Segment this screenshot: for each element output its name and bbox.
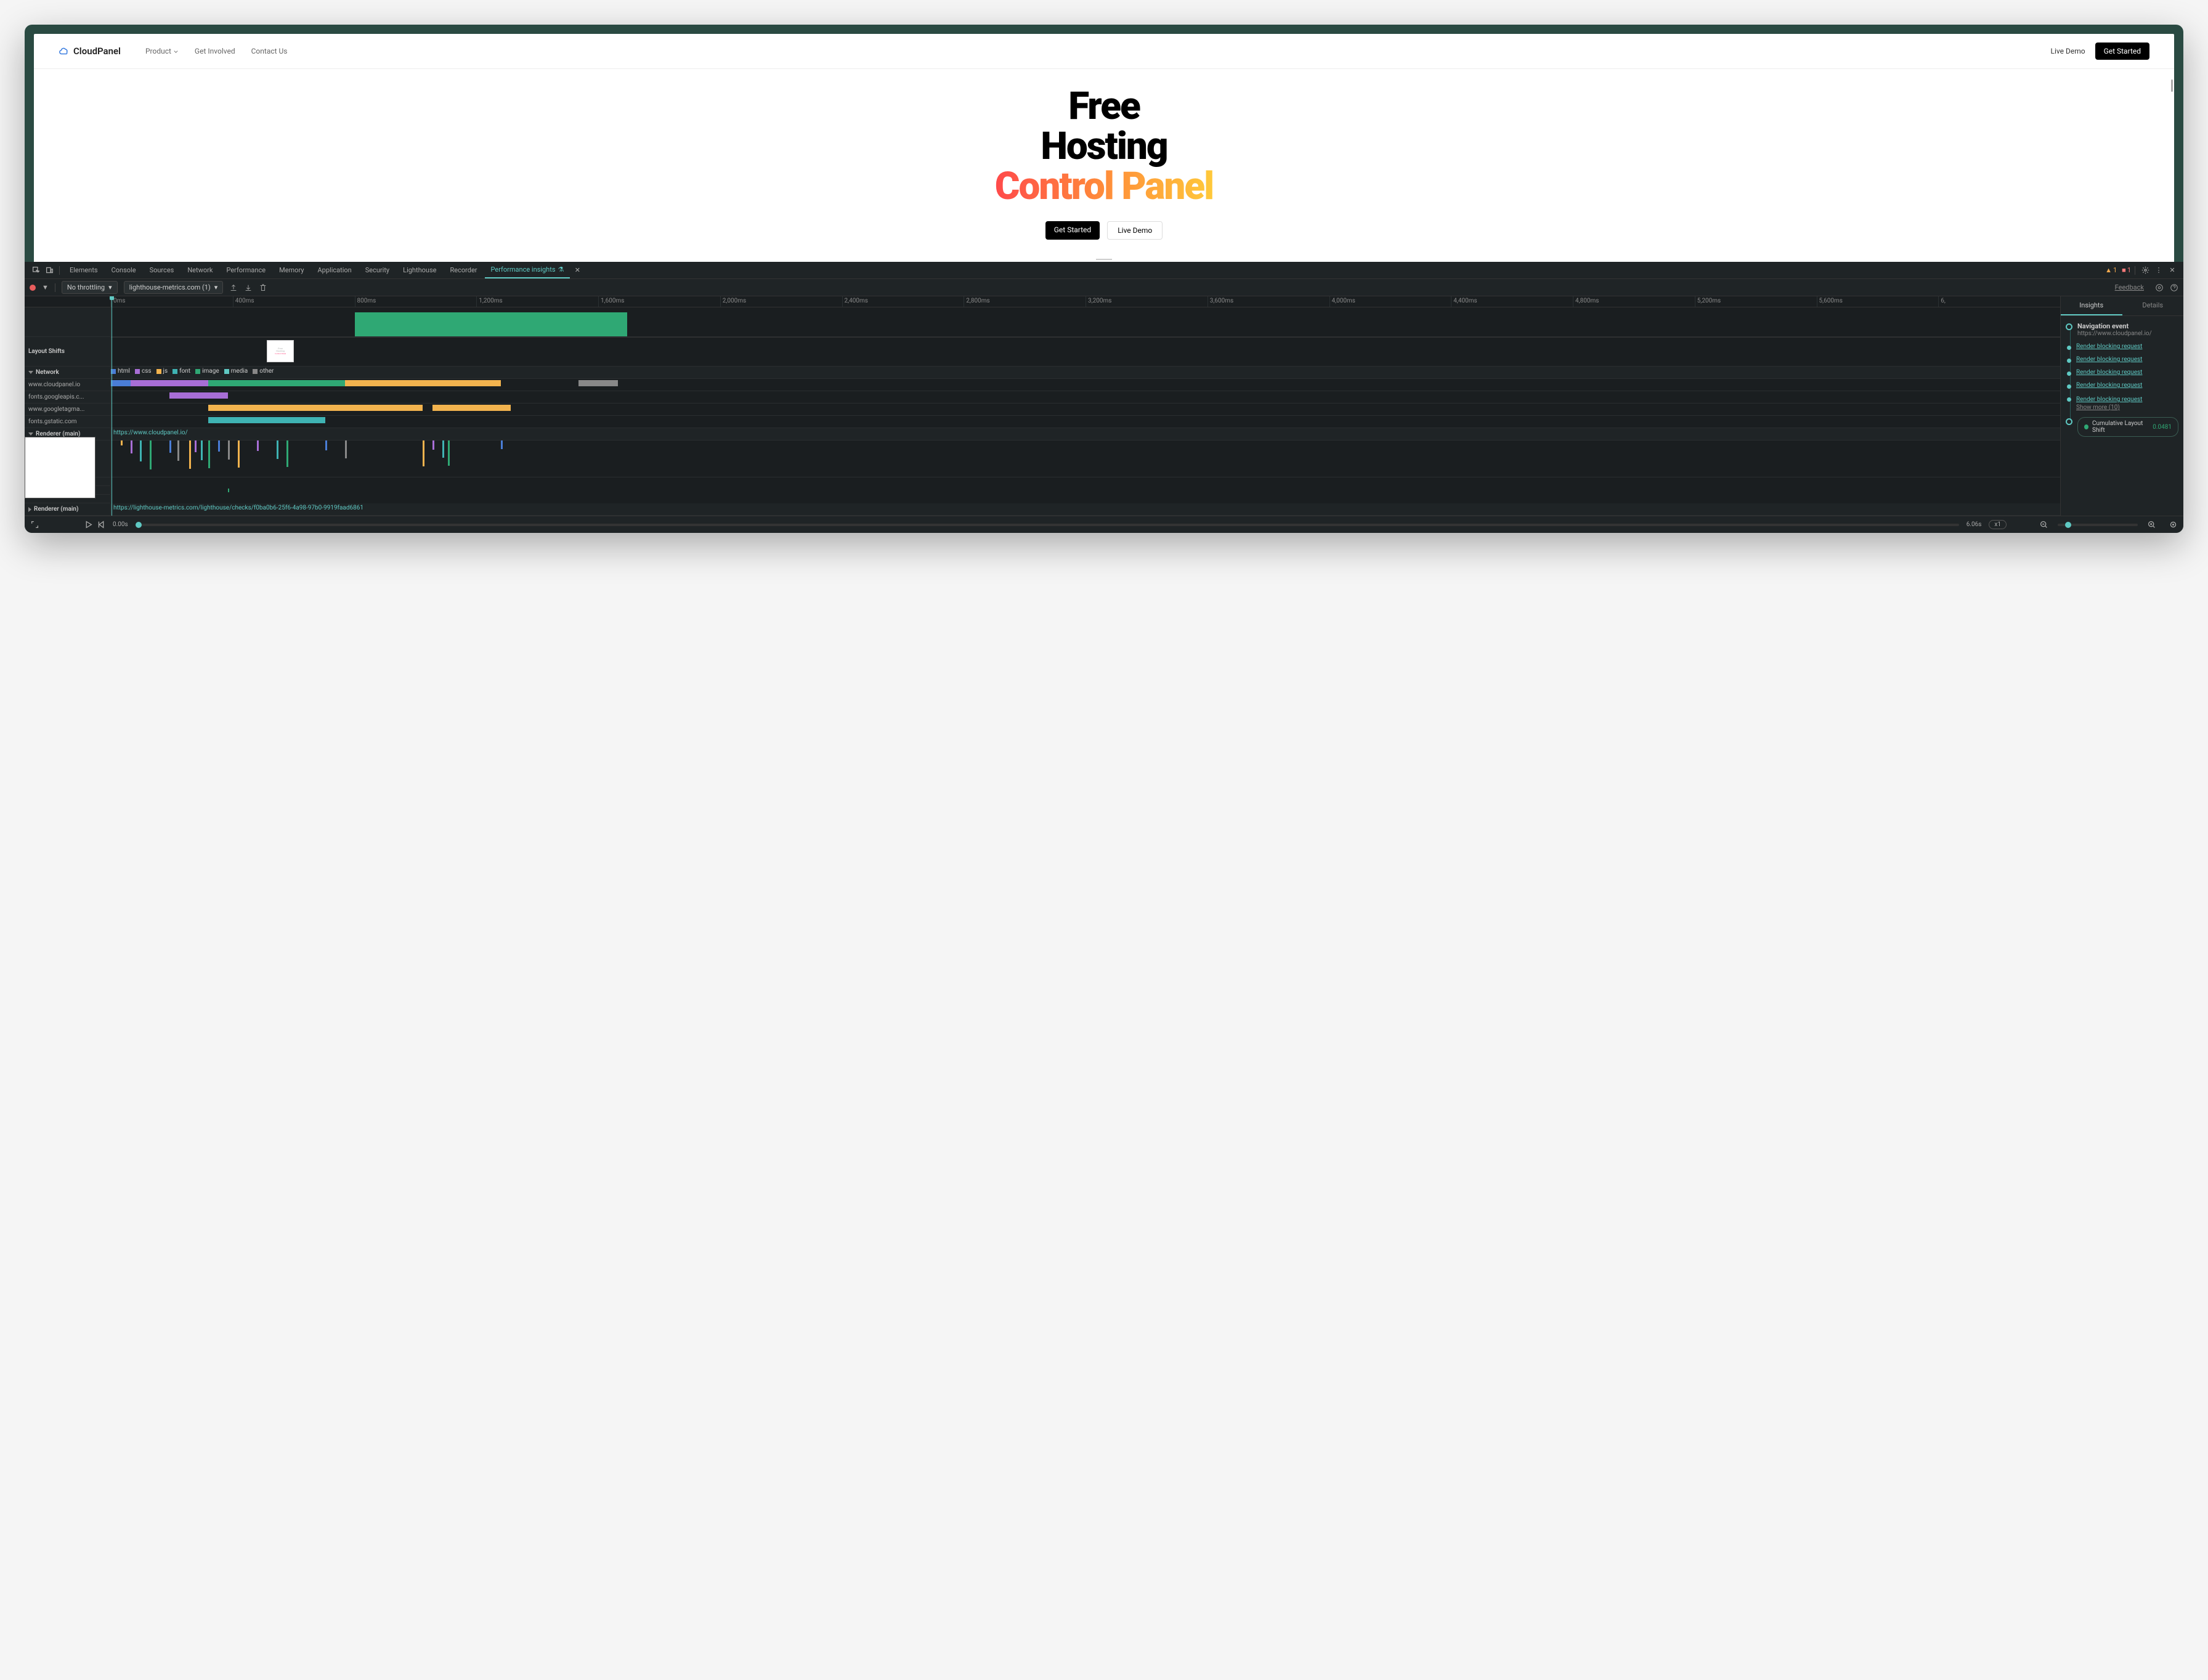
insight-cls[interactable]: Cumulative Layout Shift 0.0481 — [2066, 417, 2178, 437]
nav-links: Product Get Involved Contact Us — [145, 47, 288, 55]
brand-text: CloudPanel — [73, 46, 121, 57]
main-area: 0ms400ms800ms1,200ms1,600ms2,000ms2,400m… — [25, 296, 2183, 516]
nav-contact[interactable]: Contact Us — [251, 47, 288, 55]
kebab-icon[interactable]: ⋮ — [2153, 264, 2165, 277]
measurement-select[interactable]: lighthouse-metrics.com (1) ▾ — [124, 281, 224, 294]
tab-insights[interactable]: Insights — [2061, 296, 2122, 315]
net-row-2: www.googletagma... — [25, 404, 2060, 416]
play-icon[interactable] — [84, 521, 92, 529]
viewport-resize-handle[interactable] — [34, 257, 2174, 262]
site-nav: CloudPanel Product Get Involved Contact … — [34, 34, 2174, 69]
hero-get-started-button[interactable]: Get Started — [1045, 221, 1100, 240]
network-header: Network htmlcssjsfontimagemediaother — [25, 367, 2060, 379]
speed-pill[interactable]: x1 — [1989, 520, 2007, 529]
net-row-0: www.cloudpanel.io — [25, 379, 2060, 391]
devtools-window: CloudPanel Product Get Involved Contact … — [25, 25, 2183, 533]
insights-tabs: Insights Details — [2061, 296, 2183, 316]
time-end: 6.06s — [1966, 521, 1982, 528]
insight-rbr-3[interactable]: Render blocking request — [2066, 369, 2178, 376]
hero-live-demo-button[interactable]: Live Demo — [1107, 221, 1163, 240]
insight-rbr-1[interactable]: Render blocking request — [2066, 343, 2178, 350]
tab-console[interactable]: Console — [105, 262, 142, 278]
beaker-icon: ⚗ — [558, 266, 564, 274]
show-more-link[interactable]: Show more (10) — [2076, 404, 2120, 411]
insight-rbr-5[interactable]: Render blocking requestShow more (10) — [2066, 395, 2178, 411]
tab-performance[interactable]: Performance — [220, 262, 272, 278]
net-row-1: fonts.googleapis.c... — [25, 391, 2060, 404]
dropdown-icon[interactable]: ▼ — [42, 283, 49, 291]
tab-application[interactable]: Application — [311, 262, 357, 278]
devtools: Elements Console Sources Network Perform… — [25, 262, 2183, 533]
renderer-2-url: https://lighthouse-metrics.com/lighthous… — [113, 505, 363, 511]
hero: Free Hosting Control Panel Get Started L… — [34, 69, 2174, 257]
insight-rbr-4[interactable]: Render blocking request — [2066, 382, 2178, 389]
tab-sources[interactable]: Sources — [144, 262, 181, 278]
insights-panel: Insights Details Navigation eventhttps:/… — [2060, 296, 2183, 516]
nav-live-demo[interactable]: Live Demo — [2051, 47, 2085, 55]
layout-shift-thumb[interactable]: FreeHostingControl Panel — [267, 340, 294, 362]
gear-icon[interactable] — [2139, 264, 2151, 277]
hero-heading: Free Hosting Control Panel — [995, 86, 1213, 206]
nav-product[interactable]: Product — [145, 47, 179, 55]
timeline-area: 0ms400ms800ms1,200ms1,600ms2,000ms2,400m… — [25, 296, 2060, 516]
zoom-out-icon[interactable] — [2040, 521, 2048, 529]
error-count[interactable]: ■ 1 — [2122, 266, 2131, 274]
throttle-select[interactable]: No throttling ▾ — [62, 281, 118, 294]
renderer-2-header: Renderer (main) https://lighthouse-metri… — [25, 503, 2060, 516]
zoom-slider[interactable] — [2058, 524, 2138, 526]
close-devtools-icon[interactable]: ✕ — [2166, 264, 2178, 277]
page-viewport: CloudPanel Product Get Involved Contact … — [34, 34, 2174, 262]
time-ruler[interactable]: 0ms400ms800ms1,200ms1,600ms2,000ms2,400m… — [25, 296, 2060, 307]
tab-network[interactable]: Network — [181, 262, 219, 278]
upload-icon[interactable] — [229, 283, 238, 292]
feedback-link[interactable]: Feedback — [2115, 283, 2144, 291]
tab-lighthouse[interactable]: Lighthouse — [397, 262, 442, 278]
trash-icon[interactable] — [259, 283, 267, 292]
main-track: Main — [25, 440, 2060, 477]
fit-icon[interactable] — [2169, 521, 2177, 529]
scrubber[interactable] — [136, 524, 1959, 526]
time-start: 0.00s — [113, 521, 128, 528]
playback-bar: 0.00s 6.06s x1 — [25, 516, 2183, 533]
insight-rbr-2[interactable]: Render blocking request — [2066, 356, 2178, 363]
inspect-icon[interactable] — [30, 264, 42, 277]
renderer-url: https://www.cloudpanel.io/ — [113, 429, 188, 436]
expand-icon[interactable] — [31, 521, 39, 529]
network-legend: htmlcssjsfontimagemediaother — [111, 367, 2060, 376]
status-dot-icon — [2084, 424, 2088, 429]
scrollbar[interactable] — [2171, 79, 2173, 92]
renderer-header: Renderer (main) https://www.cloudpanel.i… — [25, 428, 2060, 440]
record-button[interactable] — [30, 285, 36, 291]
overview-block[interactable] — [355, 312, 628, 336]
cloud-icon — [59, 46, 70, 57]
help-icon[interactable] — [2170, 283, 2178, 292]
gear-icon-2[interactable] — [2155, 283, 2164, 292]
tab-details[interactable]: Details — [2122, 296, 2184, 315]
insights-timeline: Navigation eventhttps://www.cloudpanel.i… — [2066, 322, 2178, 437]
tab-performance-insights[interactable]: Performance insights⚗ — [485, 262, 570, 278]
devtools-tabs: Elements Console Sources Network Perform… — [25, 262, 2183, 279]
layout-shifts-track: Layout Shifts FreeHostingControl Panel — [25, 337, 2060, 367]
preview-overlay — [25, 437, 95, 498]
device-toggle-icon[interactable] — [43, 264, 55, 277]
insight-nav-event[interactable]: Navigation eventhttps://www.cloudpanel.i… — [2066, 322, 2178, 337]
tab-memory[interactable]: Memory — [273, 262, 310, 278]
nav-get-involved[interactable]: Get Involved — [195, 47, 235, 55]
tab-elements[interactable]: Elements — [63, 262, 104, 278]
warning-count[interactable]: ▲ 1 — [2105, 266, 2117, 274]
insights-toolbar: ▼ No throttling ▾ lighthouse-metrics.com… — [25, 279, 2183, 296]
site-logo[interactable]: CloudPanel — [59, 46, 121, 57]
zoom-in-icon[interactable] — [2148, 521, 2156, 529]
tab-security[interactable]: Security — [359, 262, 396, 278]
close-tab-icon[interactable]: ✕ — [571, 264, 583, 277]
nav-right: Live Demo Get Started — [2051, 43, 2150, 60]
net-row-3: fonts.gstatic.com — [25, 416, 2060, 428]
tab-recorder[interactable]: Recorder — [444, 262, 483, 278]
chevron-down-icon — [173, 49, 179, 54]
skip-back-icon[interactable] — [97, 521, 105, 529]
overview-track — [25, 307, 2060, 337]
download-icon[interactable] — [244, 283, 253, 292]
hero-buttons: Get Started Live Demo — [1045, 221, 1163, 240]
nav-get-started-button[interactable]: Get Started — [2095, 43, 2149, 60]
